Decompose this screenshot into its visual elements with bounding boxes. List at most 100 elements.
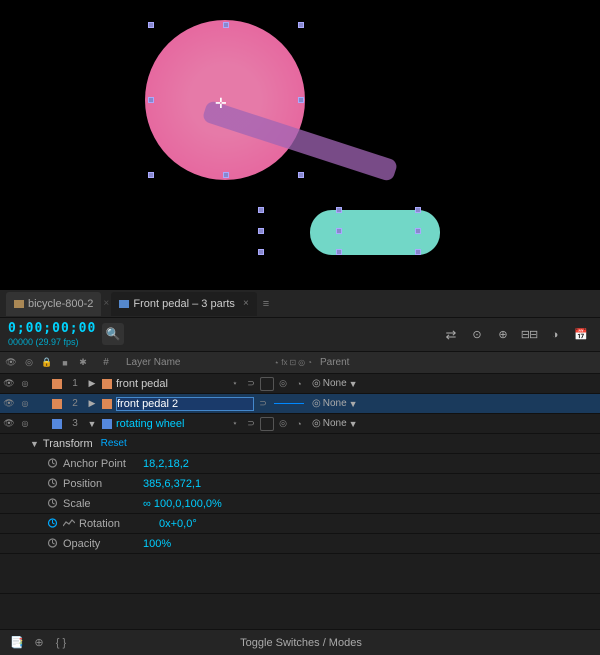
layer-1-expand[interactable]: ▶	[86, 378, 98, 390]
layer-1-sw1[interactable]: ⋆	[228, 377, 242, 391]
layer-1-label[interactable]	[52, 379, 62, 389]
layer-1-lock[interactable]	[34, 377, 48, 391]
layer-3-left: 👁 ◎ 3 ▼ rotating wheel ⋆ ⊃ ◎ ◔	[0, 417, 308, 431]
anchor-stopwatch[interactable]	[45, 457, 59, 471]
rotation-value[interactable]: 0x+0,0°	[159, 518, 197, 530]
layer-row-1[interactable]: 👁 ◎ 1 ▶ front pedal ⋆ ⊃ ◎ ◔ ◎ None	[0, 374, 600, 394]
layer-3-sw4[interactable]: ◎	[276, 417, 290, 431]
toolbar-btn-1[interactable]: ⇄	[440, 324, 462, 346]
layer-row-2[interactable]: 👁 ◎ 2 ▶ front pedal 2 ⊃ ◎ None ▼	[0, 394, 600, 414]
toolbar-btn-4[interactable]: ⊟⊟	[518, 324, 540, 346]
selection-handle	[148, 172, 154, 178]
position-value[interactable]: 385,6,372,1	[143, 478, 201, 490]
transform-expand-icon[interactable]: ▼	[30, 439, 39, 449]
layer-2-audio[interactable]: ◎	[18, 397, 32, 411]
selection-handle	[223, 22, 229, 28]
search-button[interactable]: 🔍	[102, 323, 124, 345]
empty-timeline-space	[0, 554, 600, 594]
selection-handle	[415, 207, 421, 213]
layer-2-parent-dropdown[interactable]: ▼	[349, 399, 358, 409]
layer-1-sw5[interactable]: ◔	[292, 377, 306, 391]
layer-3-parent-link[interactable]: ◎	[312, 418, 321, 429]
layer-3-visibility[interactable]: 👁	[2, 417, 16, 431]
toggle-switches-label[interactable]: Toggle Switches / Modes	[240, 637, 362, 649]
scale-label: Scale	[63, 498, 143, 510]
layer-1-visibility[interactable]: 👁	[2, 377, 16, 391]
tab-separator: ×	[103, 298, 109, 309]
tab-icon-bicycle	[14, 300, 24, 308]
tab-close-button[interactable]: ×	[243, 298, 249, 309]
transform-header-row[interactable]: ▼ Transform Reset	[0, 434, 600, 454]
layer-1-sw4[interactable]: ◎	[276, 377, 290, 391]
layer-3-sw1[interactable]: ⋆	[228, 417, 242, 431]
layer-2-name[interactable]: front pedal 2	[116, 397, 254, 411]
layers-icon[interactable]: ⊕	[30, 634, 48, 652]
selection-handle	[336, 249, 342, 255]
toolbar-btn-5[interactable]: ◑	[544, 324, 566, 346]
opacity-stopwatch[interactable]	[45, 537, 59, 551]
timecode-block: 0;00;00;00 00000 (29.97 fps)	[8, 321, 96, 347]
selection-handle	[415, 228, 421, 234]
layer-3-lock[interactable]	[34, 417, 48, 431]
selection-handle	[336, 207, 342, 213]
sw1: ⋆	[274, 358, 279, 367]
layer-3-expand[interactable]: ▼	[86, 418, 98, 430]
layer-1-audio[interactable]: ◎	[18, 377, 32, 391]
layer-3-switches: ⋆ ⊃ ◎ ◔	[228, 417, 306, 431]
layer-3-sw2[interactable]: ⊃	[244, 417, 258, 431]
layer-1-sw3[interactable]	[260, 377, 274, 391]
layer-row-3[interactable]: 👁 ◎ 3 ▼ rotating wheel ⋆ ⊃ ◎ ◔ ◎ None	[0, 414, 600, 434]
layer-3-sw5[interactable]: ◔	[292, 417, 306, 431]
layer-3-parent-dropdown[interactable]: ▼	[349, 419, 358, 429]
position-stopwatch[interactable]	[45, 477, 59, 491]
tab-icon-front-pedal	[119, 300, 129, 308]
tab-bar: bicycle-800-2 × Front pedal – 3 parts × …	[0, 290, 600, 318]
layer-3-sw3[interactable]	[260, 417, 274, 431]
selection-handle	[298, 97, 304, 103]
anchor-point-marker: ✛	[215, 96, 227, 110]
toolbar-btn-2[interactable]: ⊙	[466, 324, 488, 346]
scale-value[interactable]: ∞ 100,0,100,0%	[143, 498, 222, 510]
timeline-panel: bicycle-800-2 × Front pedal – 3 parts × …	[0, 290, 600, 655]
layer-2-expand[interactable]: ▶	[86, 398, 98, 410]
opacity-label: Opacity	[63, 538, 143, 550]
toolbar-btn-6[interactable]: 📅	[570, 324, 592, 346]
prop-row-position: Position 385,6,372,1	[0, 474, 600, 494]
layer-3-num: 3	[66, 418, 84, 429]
layer-3-label[interactable]	[52, 419, 62, 429]
layer-2-parent-link[interactable]: ◎	[312, 398, 321, 409]
sw4: ◎	[298, 358, 305, 367]
tab-bicycle[interactable]: bicycle-800-2	[6, 292, 101, 316]
layer-1-name: front pedal	[116, 378, 226, 390]
compose-icon[interactable]: 📑	[8, 634, 26, 652]
layer-2-label[interactable]	[52, 399, 62, 409]
selection-handle	[298, 172, 304, 178]
opacity-value[interactable]: 100%	[143, 538, 171, 550]
layer-1-parent-value: None	[323, 378, 347, 389]
selection-handle	[415, 249, 421, 255]
selection-handle	[148, 97, 154, 103]
selection-handle	[298, 22, 304, 28]
scale-stopwatch[interactable]	[45, 497, 59, 511]
rotation-graph-icon[interactable]	[63, 518, 75, 530]
rotation-stopwatch[interactable]	[45, 517, 59, 531]
transform-reset-button[interactable]: Reset	[101, 438, 127, 449]
settings-icon[interactable]: { }	[52, 634, 70, 652]
layer-1-parent-link[interactable]: ◎	[312, 378, 321, 389]
tab-menu-icon[interactable]: ≡	[263, 298, 275, 310]
layer-1-parent-dropdown[interactable]: ▼	[349, 379, 358, 389]
anchor-value[interactable]: 18,2,18,2	[143, 458, 189, 470]
layer-1-sw2[interactable]: ⊃	[244, 377, 258, 391]
layer-2-lock[interactable]	[34, 397, 48, 411]
toolbar-btn-3[interactable]: ⊕	[492, 324, 514, 346]
timecode-display: 0;00;00;00	[8, 321, 96, 337]
layer-3-parent-value: None	[323, 418, 347, 429]
layer-2-sw1[interactable]: ⊃	[256, 397, 270, 411]
layer-3-color	[102, 419, 112, 429]
prop-row-opacity: Opacity 100%	[0, 534, 600, 554]
tab-front-pedal[interactable]: Front pedal – 3 parts ×	[111, 292, 256, 316]
layer-2-visibility[interactable]: 👁	[2, 397, 16, 411]
layer-3-audio[interactable]: ◎	[18, 417, 32, 431]
sw2: fx	[281, 358, 287, 367]
col-icon-color: ■	[58, 356, 72, 370]
